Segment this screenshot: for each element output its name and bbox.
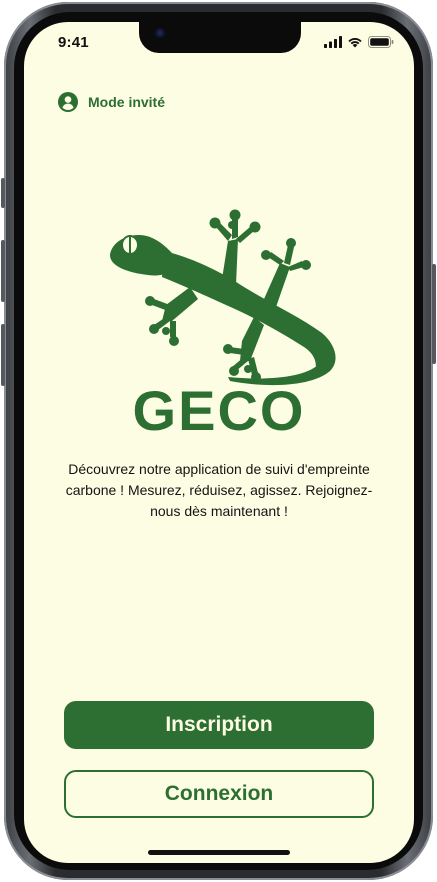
user-circle-icon — [58, 92, 78, 112]
wifi-icon — [348, 38, 362, 48]
guest-mode-button[interactable]: Mode invité — [58, 92, 165, 112]
volume-up-button — [1, 240, 5, 302]
tagline: Découvrez notre application de suivi d'e… — [65, 461, 373, 519]
power-button — [432, 264, 436, 364]
volume-down-button — [1, 324, 5, 386]
front-camera — [155, 28, 165, 38]
signup-button[interactable]: Inscription — [64, 701, 374, 749]
signup-button-label: Inscription — [165, 713, 273, 736]
battery-icon — [368, 36, 394, 48]
home-indicator[interactable] — [148, 850, 290, 855]
login-button-label: Connexion — [164, 782, 274, 805]
app-screen: 9:41 Mode invité GECO Découvrez notre ap… — [24, 22, 414, 863]
silent-switch — [1, 178, 5, 208]
guest-mode-label: Mode invité — [88, 94, 166, 110]
signal-icon — [324, 36, 342, 48]
gecko-logo — [110, 209, 336, 386]
status-icons — [324, 36, 394, 48]
app-wordmark: GECO — [132, 379, 306, 442]
notch — [139, 22, 301, 53]
status-time: 9:41 — [58, 34, 89, 51]
login-button[interactable]: Connexion — [64, 770, 374, 818]
